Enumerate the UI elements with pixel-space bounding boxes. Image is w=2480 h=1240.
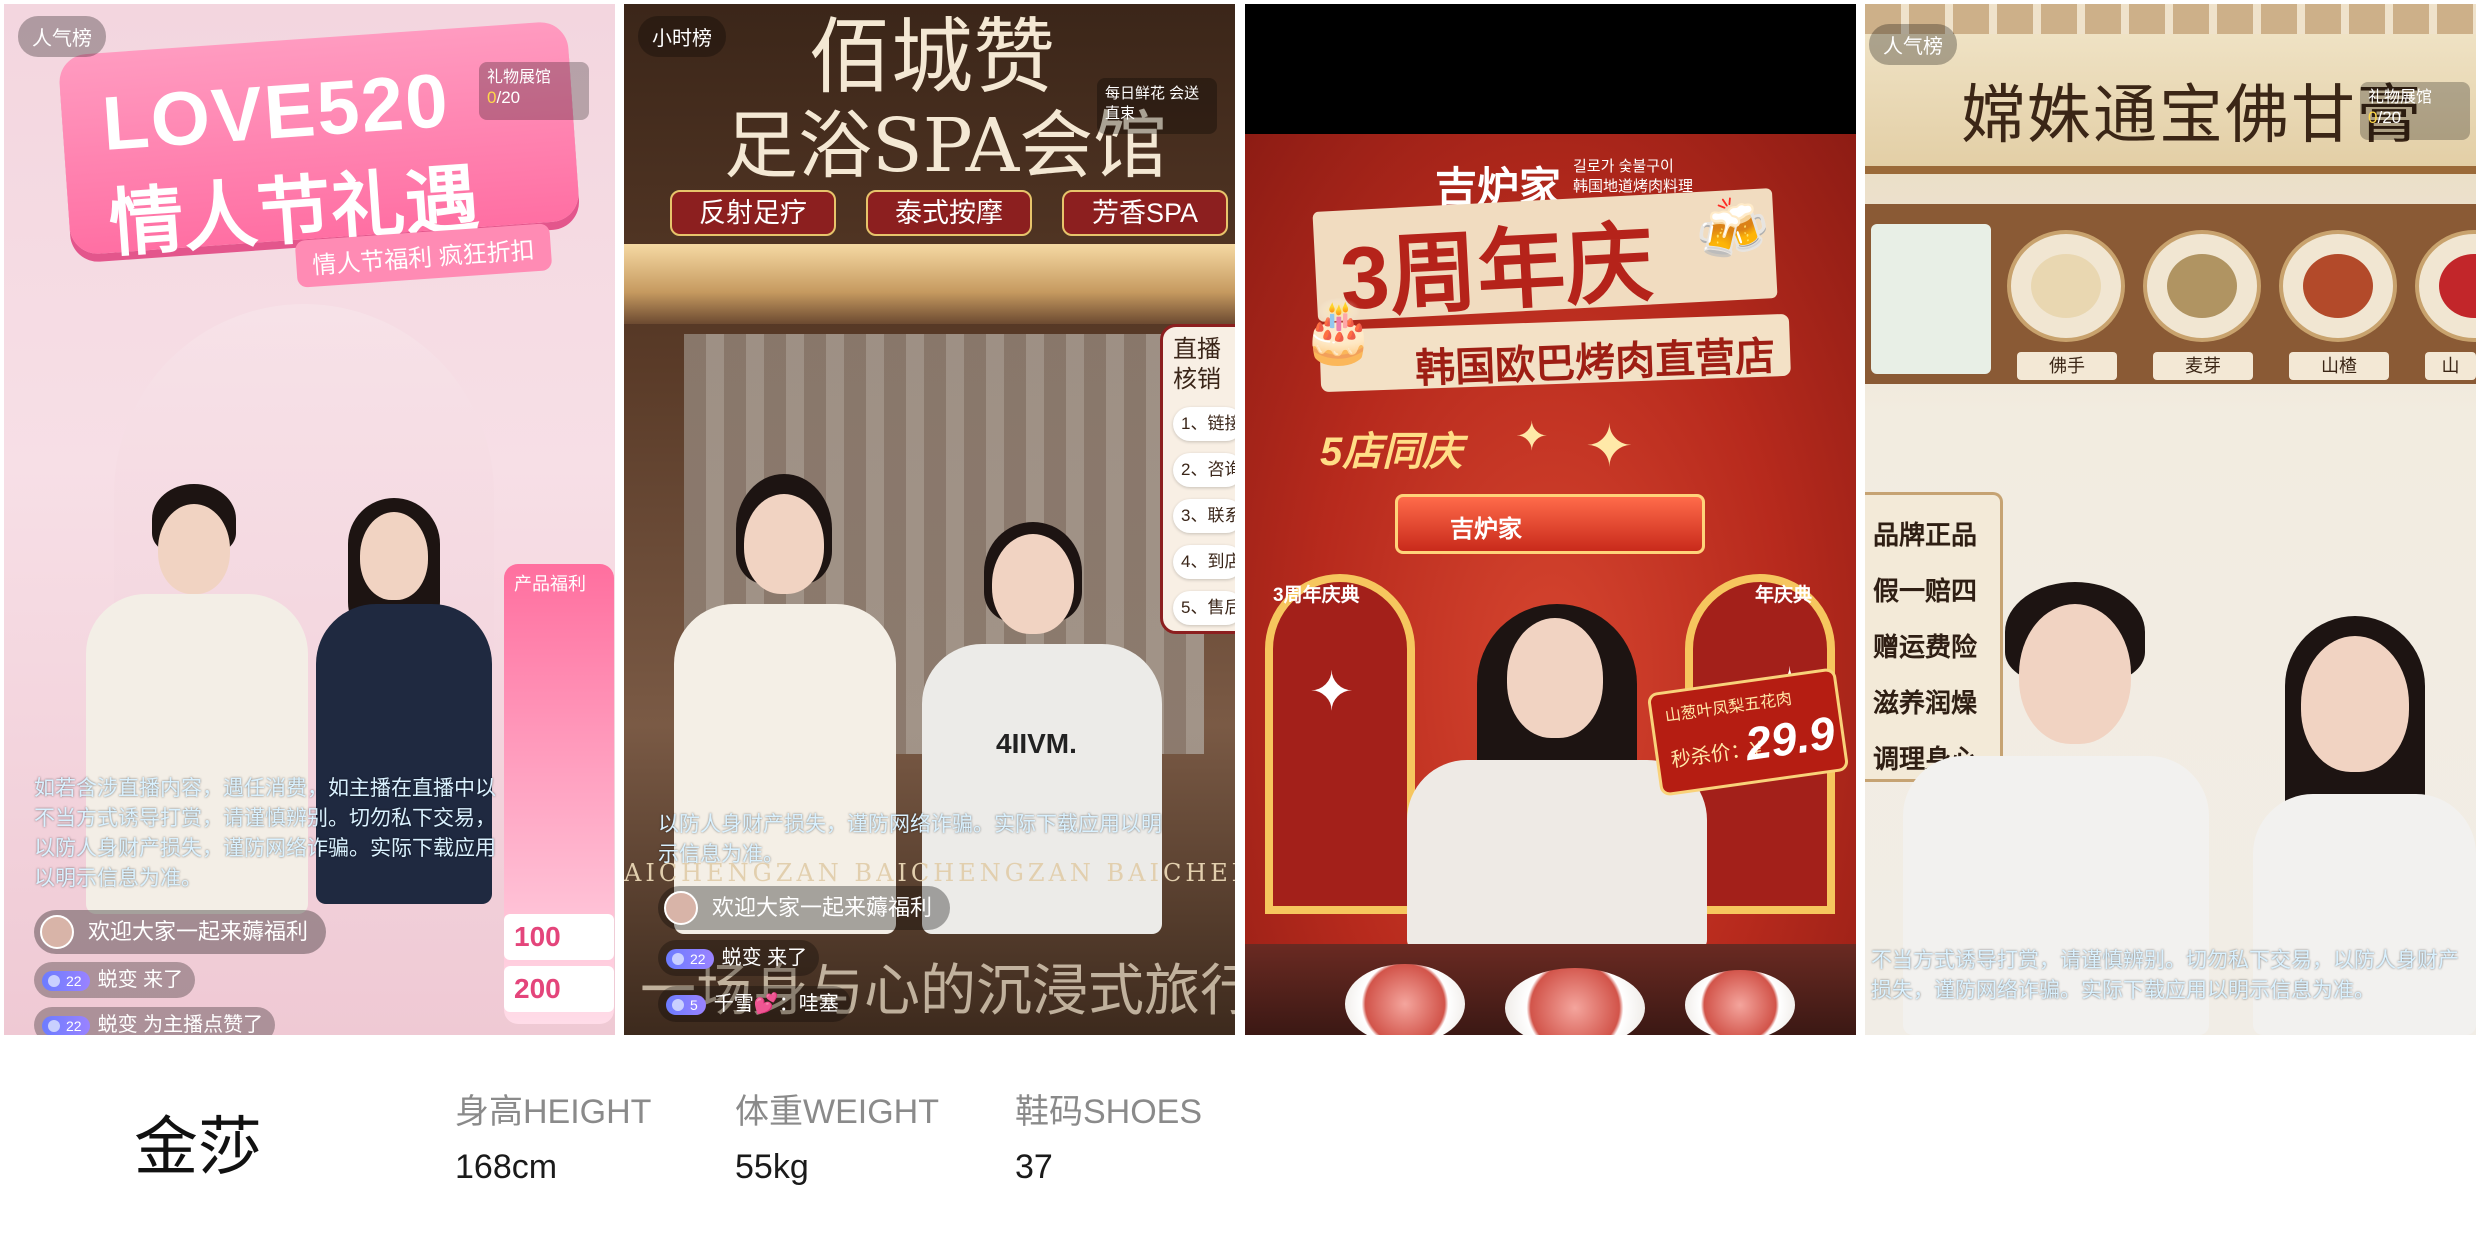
chat-message: 22 蜕变 来了 [658,940,820,976]
meat-dish [1685,970,1795,1035]
herb-dish [2007,230,2125,342]
shoes-label: 鞋码SHOES [1015,1093,1203,1131]
product-benefit-label: 产品福利 [514,574,586,594]
model-name: 金莎 [134,1111,262,1183]
redemption-step: 2、咨询 [1173,453,1235,487]
user-level-badge: 22 [42,970,90,991]
gift-gallery-box[interactable]: 礼物展馆 0/20 [2360,82,2470,140]
pinned-chat-message[interactable]: 欢迎大家一起来薅福利 [34,910,327,954]
user-level-badge: 22 [666,948,714,969]
user-avatar [40,915,74,949]
herb-dish [2279,230,2397,342]
redemption-step: 1、链接 [1173,407,1235,441]
weight-value: 55kg [735,1148,809,1186]
price-tag[interactable]: 200 [504,966,614,1012]
chat-message: 5 千雪💕：哇塞 [658,986,851,1022]
daily-flower-box[interactable]: 每日鲜花 会送直束 [1097,78,1217,134]
height-value: 168cm [455,1148,558,1186]
five-stores-tag: 5店同庆 [1320,430,1463,474]
stage-sign [1395,494,1705,554]
pinned-chat-text: 欢迎大家一起来薅福利 [712,895,933,920]
price-tag[interactable]: 100 [504,914,614,960]
livestream-screenshot-bbq: 吉炉家 길로가 숯불구이 韩国地道烤肉料理 3周年庆 韩国欧巴烤肉直营店 5店同… [1245,4,1856,1035]
chat-text: ：哇塞 [778,993,839,1015]
chat-message: 22 蜕变 为主播点赞了 [34,1007,276,1035]
chat-message: 22 蜕变 来了 [34,962,196,998]
cake-icon: 🎂 [1301,298,1376,365]
herb-label: 山 [2425,352,2476,380]
livestream-screenshot-spa: 佰城赞 足浴SPA会馆 反射足疗 泰式按摩 芳香SPA 小时榜 每日鲜花 会送直… [624,4,1235,1035]
gift-gallery-label: 礼物展馆 [487,69,552,86]
user-level-badge: 22 [42,1015,90,1035]
height-label: 身高HEIGHT [455,1093,652,1131]
user-avatar [664,891,698,925]
shoes-value: 37 [1015,1148,1053,1186]
promise-item: 假一赔四 [1873,576,1978,606]
chat-username: 蜕变 [97,1014,138,1035]
sparkle-icon: ✦ [1585,414,1634,479]
chat-text: 为主播点赞了 [143,1014,264,1035]
arch-label: 年庆典 [1755,585,1813,606]
product-title: 嫦姝通宝佛甘膏 [1961,79,2423,153]
meat-dish [1345,964,1465,1035]
herb-dish [2143,230,2261,342]
chat-username: 蜕变 [721,947,762,969]
livestream-screenshot-herbal: 嫦姝通宝佛甘膏 人气榜 礼物展馆 0/20 佛手 麦芽 山楂 山 品牌正品 假一… [1865,4,2476,1035]
promise-item: 滋养润燥 [1873,688,1978,718]
price-value: 29.9 [1742,706,1838,771]
promise-item: 品牌正品 [1873,520,1978,550]
pinned-chat-text: 欢迎大家一起来薅福利 [88,919,309,944]
herb-label: 佛手 [2017,352,2117,380]
anniversary-title: 3周年庆 [1337,212,1656,329]
brand-marquee: AICHENGZAN BAICHENGZAN BAICHENG [624,859,1235,887]
platform-notice: 不当方式诱导打赏，请谨慎辨别。切勿私下交易，以防人身财产损失，谨防网络诈骗。实际… [1871,949,2459,1002]
shirt-print: 4IIVM. [996,728,1077,759]
stage-brand: 吉炉家 [1450,516,1522,543]
gift-gallery-count: 0/20 [487,88,521,107]
restaurant-brand-sub: 길로가 숯불구이 韩国地道烤肉料理 [1573,158,1694,195]
service-tag: 泰式按摩 [866,190,1032,236]
popularity-rank-badge[interactable]: 人气榜 [1869,24,1957,65]
hourly-rank-badge[interactable]: 小时榜 [638,16,726,57]
gift-gallery-count: 0/20 [2368,108,2402,127]
sparkle-icon: ✦ [1515,415,1549,459]
user-level-badge: 5 [666,994,706,1015]
redemption-steps-title: 直播核销 [1173,336,1221,393]
beer-icon: 🍻 [1695,196,1770,263]
platform-notice: 如若含涉直播内容，遇任消费，如主播在直播中以不当方式诱导打赏，请谨慎辨别。切勿私… [34,777,496,890]
redemption-step: 3、联系门 [1173,499,1235,533]
redemption-step: 5、售后 [1173,591,1235,625]
weight-label: 体重WEIGHT [735,1093,939,1131]
left-arch [1265,574,1415,914]
promise-banner: 品牌正品 假一赔四 赠运费险 滋养润燥 调理身心 [1865,492,2003,782]
ceiling-light [624,244,1235,324]
chat-text: 来了 [143,969,184,991]
promise-item: 赠运费险 [1873,632,1978,662]
service-tag: 反射足疗 [670,190,836,236]
livestream-screenshot-valentine: LOVE520 情人节礼遇 情人节福利 疯狂折扣 人气榜 礼物展馆 0/20 产… [4,4,615,1035]
herb-label: 山楂 [2289,352,2389,380]
redemption-steps-card: 直播核销 1、链接 2、咨询 3、联系门 4、到店 5、售后 [1160,324,1235,634]
popularity-rank-badge[interactable]: 人气榜 [18,16,106,57]
star-icon: ✦ [1309,662,1355,722]
gift-gallery-label: 礼物展馆 [2368,89,2433,106]
arch-label: 3周年庆典 [1273,585,1360,606]
chat-username: 蜕变 [97,969,138,991]
gift-gallery-box[interactable]: 礼物展馆 0/20 [479,62,589,120]
redemption-step: 4、到店 [1173,545,1235,579]
chat-text: 来了 [767,947,808,969]
chat-username: 千雪💕 [713,993,779,1015]
product-box [1871,224,1991,374]
service-tag: 芳香SPA [1062,190,1228,236]
herb-label: 麦芽 [2153,352,2253,380]
roof-beam [1865,4,2476,34]
love520-title-board: LOVE520 情人节礼遇 [57,20,581,266]
pinned-chat-message[interactable]: 欢迎大家一起来薅福利 [658,886,951,930]
